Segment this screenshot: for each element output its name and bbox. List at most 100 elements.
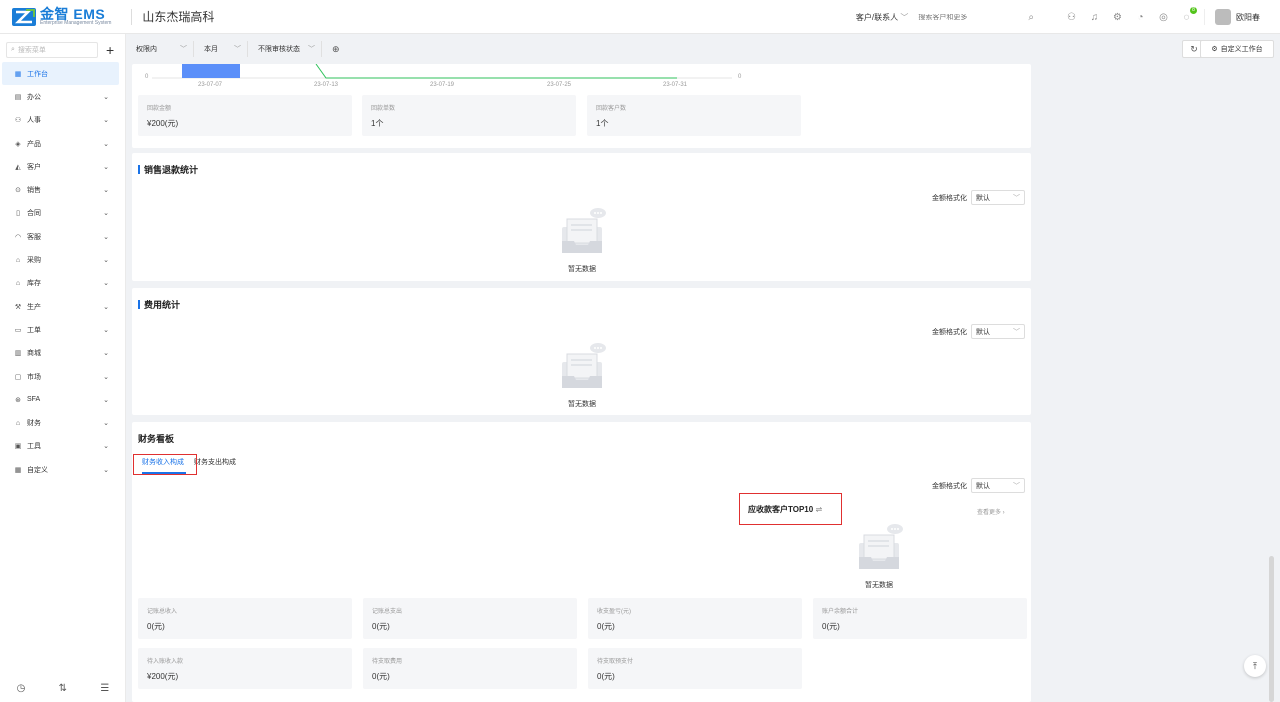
sidebar-item[interactable]: ▣ 工具 ⌄ xyxy=(0,435,125,458)
user-menu[interactable]: 欧阳春 xyxy=(1204,9,1260,25)
sidebar-item[interactable]: ▤ 办公 ⌄ xyxy=(0,85,125,108)
settings-icon[interactable]: ⚙ xyxy=(1110,10,1125,25)
add-menu-button[interactable]: + xyxy=(106,42,114,58)
collapse-menu-icon[interactable]: ☰ xyxy=(100,683,109,694)
bell-icon[interactable]: ♫ xyxy=(1087,10,1102,25)
chevron-down-icon: ⌄ xyxy=(103,117,109,125)
sidebar-item[interactable]: ⊙ 销售 ⌄ xyxy=(0,178,125,201)
sidebar: ⌕ 搜索菜单 + ▦ 工作台 ▤ 办公 ⌄ ⚇ 人事 ⌄ ◈ 产品 ⌄ ◭ 客户 ⌄ ⊙ 销售 ⌄ ▯ 合同 ⌄ ◠ 客服 ⌄… xyxy=(0,34,126,702)
stat-card: 回款客户数 1个 xyxy=(587,95,801,136)
finance-icon: ⌂ xyxy=(15,419,21,427)
sidebar-item[interactable]: ▯ 合同 ⌄ xyxy=(0,202,125,225)
sort-icon[interactable]: ⇅ xyxy=(59,683,67,694)
stat-label: 待支取预支付 xyxy=(597,659,634,665)
tab-expense[interactable]: 财务支出构成 xyxy=(190,456,240,472)
search-icon[interactable]: ⌕ xyxy=(1028,12,1034,23)
expense-title: 费用统计 xyxy=(138,298,180,311)
stat-card: 待支取预支付 0(元) xyxy=(588,648,802,689)
app-logo[interactable]: 金智 EMS Enterprise Management System xyxy=(12,7,111,26)
stat-value: 0(元) xyxy=(372,672,390,681)
arrow-up-icon: ⤒ xyxy=(1253,660,1257,671)
sidebar-item[interactable]: ▦ 自定义 ⌄ xyxy=(0,458,125,481)
pie-chart-icon[interactable]: ◔ xyxy=(1133,10,1148,25)
customize-workbench-label: 自定义工作台 xyxy=(1220,46,1263,53)
global-search-input[interactable] xyxy=(918,13,1029,21)
chevron-down-icon: ﹀ xyxy=(1013,482,1020,490)
refund-title-text: 销售退款统计 xyxy=(144,165,199,175)
vertical-scrollbar[interactable] xyxy=(1269,556,1274,702)
contacts-icon[interactable]: ⚇ xyxy=(1064,10,1079,25)
sidebar-item[interactable]: ⌂ 采购 ⌄ xyxy=(0,248,125,271)
chevron-down-icon: ⌄ xyxy=(103,187,109,195)
people-icon: ⚇ xyxy=(14,117,22,125)
sort-icon[interactable]: ⇌ xyxy=(815,505,822,514)
finance-title-text: 财务看板 xyxy=(138,434,175,444)
sidebar-item[interactable]: ⚒ 生产 ⌄ xyxy=(0,295,125,318)
menu-search-input[interactable]: ⌕ 搜索菜单 xyxy=(6,42,98,58)
history-icon[interactable]: ◷ xyxy=(17,683,26,694)
chevron-down-icon: ⌄ xyxy=(103,303,109,311)
stat-card: 收支盈亏(元) 0(元) xyxy=(588,598,802,639)
back-to-top-button[interactable]: ⤒ xyxy=(1244,655,1266,677)
sidebar-item[interactable]: ⚇ 人事 ⌄ xyxy=(0,109,125,132)
chevron-down-icon: ⌄ xyxy=(103,210,109,218)
stat-label: 收支盈亏(元) xyxy=(597,609,631,615)
chevron-down-icon: ﹀ xyxy=(1013,194,1020,202)
sidebar-item[interactable]: ▥ 商城 ⌄ xyxy=(0,342,125,365)
sidebar-item[interactable]: ▭ 工单 ⌄ xyxy=(0,318,125,341)
avatar xyxy=(1215,9,1231,25)
stat-value: 1个 xyxy=(596,119,609,128)
stat-card: 待入账收入款 ¥200(元) xyxy=(138,648,352,689)
sidebar-item-label: 商城 xyxy=(27,350,41,358)
sidebar-item[interactable]: ⌂ 财务 ⌄ xyxy=(0,411,125,434)
top-bar: 金智 EMS Enterprise Management System 山东杰瑞… xyxy=(0,0,1280,34)
customize-workbench-button[interactable]: ⚙ 自定义工作台 xyxy=(1200,40,1274,58)
sidebar-item-label: 客户 xyxy=(27,163,41,171)
sidebar-item-label: 产品 xyxy=(27,140,41,148)
sidebar-item[interactable]: ◠ 客服 ⌄ xyxy=(0,225,125,248)
empty-box-icon xyxy=(562,343,606,388)
scope-select[interactable]: 权限内 ﹀ xyxy=(126,41,194,57)
chevron-down-icon: ⌄ xyxy=(103,163,109,171)
title-accent-bar xyxy=(138,300,140,309)
sidebar-item[interactable]: ◭ 客户 ⌄ xyxy=(0,155,125,178)
customer-select[interactable]: 客户/联系人 ﹀ xyxy=(856,12,908,23)
chevron-down-icon: ⌄ xyxy=(103,466,109,474)
sidebar-item[interactable]: ▢ 市场 ⌄ xyxy=(0,365,125,388)
view-more-link[interactable]: 查看更多 › xyxy=(977,507,1005,516)
top10-title: 应收款客户TOP10 ⇌ xyxy=(748,504,822,515)
sidebar-item[interactable]: ▦ 工作台 xyxy=(2,62,119,86)
stat-card: 回款单数 1个 xyxy=(362,95,576,136)
workorder-icon: ▭ xyxy=(14,326,22,334)
status-select[interactable]: 不限审核状态 ﹀ xyxy=(248,41,322,57)
empty-box-icon xyxy=(562,208,606,253)
search-icon: ⌕ xyxy=(11,46,15,53)
amount-format-select[interactable]: 默认 ﹀ xyxy=(971,478,1025,493)
empty-text: 暂无数据 xyxy=(568,401,596,408)
sidebar-item[interactable]: ⊛ SFA ⌄ xyxy=(0,388,125,411)
add-filter-icon[interactable]: ⊕ xyxy=(332,44,340,55)
stat-label: 待支取费用 xyxy=(372,659,403,665)
amount-format-select[interactable]: 默认 ﹀ xyxy=(971,324,1025,339)
chevron-down-icon: ﹀ xyxy=(900,12,909,22)
sidebar-item[interactable]: ⌂ 库存 ⌄ xyxy=(0,272,125,295)
stat-value: ¥200(元) xyxy=(147,672,179,681)
stat-value: 0(元) xyxy=(147,622,165,631)
amount-format-select[interactable]: 默认 ﹀ xyxy=(971,190,1025,205)
sidebar-item[interactable]: ◈ 产品 ⌄ xyxy=(0,132,125,155)
amount-format-value: 默认 xyxy=(976,328,990,336)
stat-card: 待支取费用 0(元) xyxy=(363,648,577,689)
chart-bar xyxy=(182,64,240,78)
logo-mark-icon xyxy=(12,7,36,26)
payment-chart xyxy=(152,64,732,79)
message-icon[interactable]: ◌ 8 xyxy=(1179,6,1197,25)
username: 欧阳春 xyxy=(1236,12,1260,22)
help-icon[interactable]: ◎ xyxy=(1156,10,1171,25)
period-select[interactable]: 本月 ﹀ xyxy=(194,41,248,57)
logo-subtitle: Enterprise Management System xyxy=(40,20,112,26)
side-menu: ▦ 工作台 ▤ 办公 ⌄ ⚇ 人事 ⌄ ◈ 产品 ⌄ ◭ 客户 ⌄ ⊙ 销售 ⌄ ▯ 合同 ⌄ ◠ 客服 ⌄ ⌂ 采购 ⌄ ⌂ 库存 ⌄… xyxy=(0,62,125,481)
contract-icon: ▯ xyxy=(16,210,20,218)
period-select-label: 本月 xyxy=(204,46,218,53)
refund-card: 销售退款统计 金额格式化 默认 ﹀ 暂无数据 xyxy=(132,153,1031,281)
scope-select-label: 权限内 xyxy=(136,46,157,53)
